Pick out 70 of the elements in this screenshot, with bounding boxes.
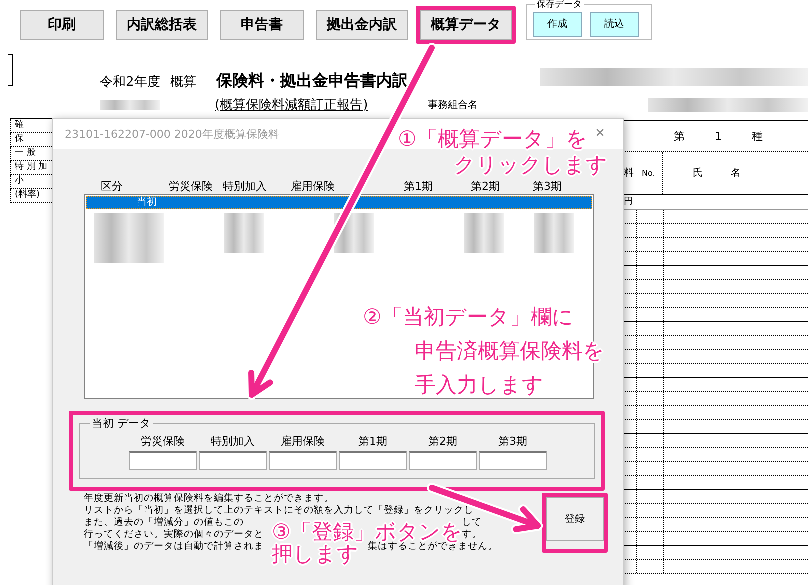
redacted-text — [534, 213, 574, 253]
register-button[interactable]: 登録 — [546, 497, 604, 541]
toolbar-button[interactable]: 印刷 — [20, 10, 104, 40]
form-title: 保険料・拠出金申告書内訳 — [216, 71, 408, 92]
field-label: 第3期 — [498, 434, 528, 449]
column-header: No. — [642, 152, 663, 194]
column-header: 労災保険 — [169, 179, 214, 194]
toolbar-button[interactable]: 拠出金内訳 — [316, 10, 408, 40]
annotation-text: ③「登録」ボタンを — [272, 521, 463, 543]
fiscal-year: 令和2年度 — [100, 74, 160, 91]
row-label: 確 — [15, 120, 24, 130]
column-header: 第2期 — [471, 179, 501, 194]
input-field[interactable] — [199, 451, 267, 470]
column-header: 1 — [715, 130, 722, 142]
redacted-text — [464, 213, 504, 253]
field-label: 特別加入 — [211, 434, 255, 449]
field-label: 第1期 — [358, 434, 388, 449]
column-header: 名 — [731, 167, 741, 180]
help-text: 年度更新当初の概算保険料を編集することができます。 — [84, 493, 334, 505]
column-header: 特別加入 — [223, 179, 268, 194]
column-header: 第1期 — [404, 179, 434, 194]
toolbar-button[interactable]: 内訳総括表 — [116, 10, 208, 40]
field-label: 労災保険 — [141, 434, 185, 449]
column-header: 区分 — [101, 179, 124, 194]
redacted-text — [100, 100, 160, 110]
column-header: 雇用保険 — [291, 179, 336, 194]
help-text: 「増減後」のデータは自動で計算されま — [84, 541, 265, 553]
column-header: 第3期 — [533, 179, 563, 194]
column-header: 第 — [674, 128, 685, 144]
row-label: 一 般 — [15, 148, 36, 158]
annotation-text: クリックします — [454, 152, 608, 178]
association-label: 事務組合名 — [428, 98, 478, 112]
help-text: して — [462, 517, 482, 529]
row-label: 小 — [15, 176, 24, 186]
group-label: 保存データ — [535, 0, 584, 11]
input-field[interactable] — [269, 451, 337, 470]
group-label: 当初 データ — [90, 416, 152, 431]
input-field[interactable] — [479, 451, 547, 470]
column-header: 料 — [623, 166, 635, 180]
redacted-text — [224, 213, 264, 253]
help-text: 行ってください。実際の個々のデータと — [84, 529, 265, 540]
form-kind: 概算 — [170, 74, 196, 91]
input-field[interactable] — [339, 451, 407, 470]
annotation-text: 申告済概算保険料を — [415, 338, 605, 365]
help-text: リストから「当初」を選択して上のテキストにその額を入力して「登録」をクリックし — [84, 505, 474, 516]
toolbar-button[interactable]: 概算データ — [420, 10, 512, 40]
save-data-button[interactable]: 作成 — [533, 12, 582, 36]
annotation-text: 押します — [272, 543, 359, 565]
help-text: また、過去の「増減分」の値もこの — [84, 517, 245, 529]
save-data-button[interactable]: 読込 — [590, 12, 639, 36]
redacted-text — [94, 213, 164, 263]
annotation-text: ②「当初データ」欄に — [363, 304, 574, 331]
input-field[interactable] — [409, 451, 477, 470]
field-label: 第2期 — [428, 434, 458, 449]
column-header: 氏 — [693, 166, 703, 180]
close-button[interactable]: × — [590, 124, 611, 144]
window-title: 23101-162207-000 2020年度概算保険料 — [65, 126, 280, 142]
form-subtitle: (概算保険料減額訂正報告) — [215, 97, 368, 114]
row-label: (料率) — [15, 190, 40, 200]
input-field[interactable] — [129, 451, 197, 470]
unit-label: 円 — [624, 197, 633, 207]
row-label: 保 — [15, 134, 24, 144]
row-label: 特 別 加 — [15, 162, 48, 172]
annotation-text: ①「概算データ」を — [398, 126, 588, 152]
toolbar-button[interactable]: 申告書 — [220, 10, 304, 40]
field-label: 雇用保険 — [281, 434, 325, 449]
annotation-text: 手入力します — [415, 372, 544, 399]
list-row[interactable]: 当初 — [86, 196, 592, 209]
help-text: す。 — [462, 529, 482, 541]
column-header: 種 — [752, 128, 763, 144]
